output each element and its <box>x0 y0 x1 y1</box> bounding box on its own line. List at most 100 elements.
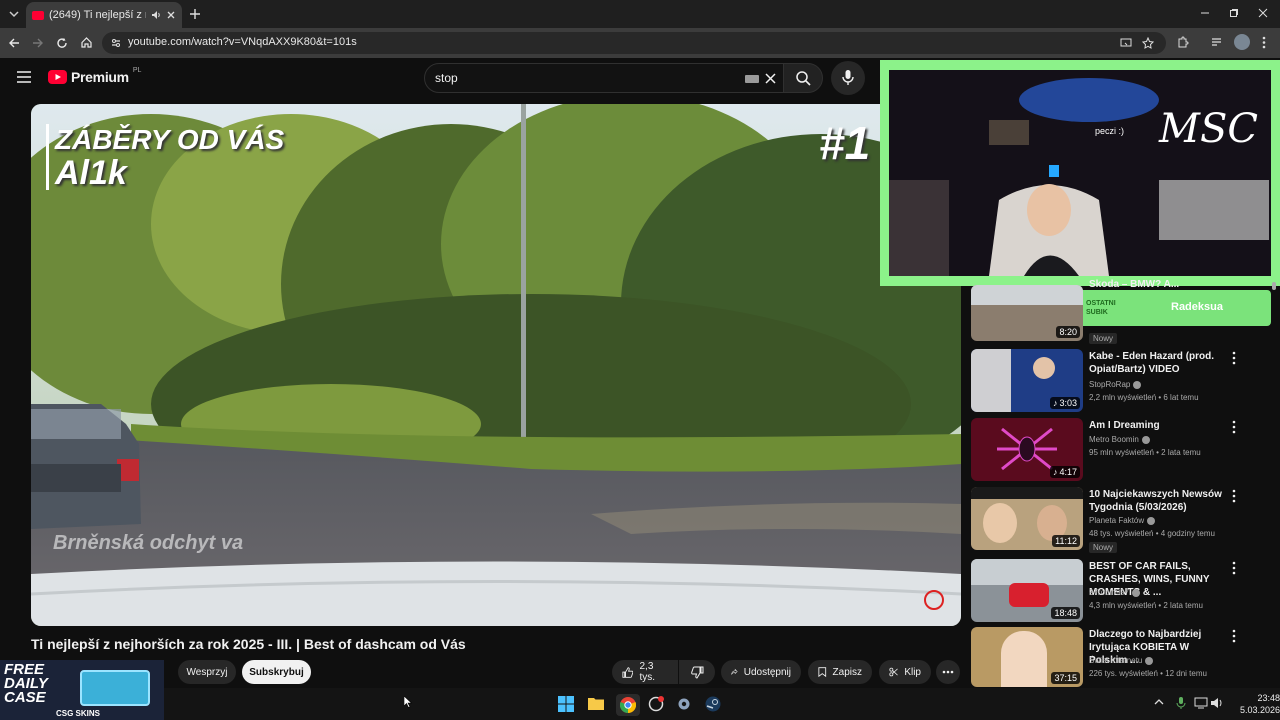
microphone-tray-icon[interactable] <box>1176 696 1186 710</box>
save-button[interactable]: Zapisz <box>808 660 872 684</box>
dislike-button[interactable] <box>679 660 715 684</box>
video-thumbnail[interactable]: 11:12 <box>971 487 1083 550</box>
search-box[interactable]: stop <box>424 63 784 93</box>
forward-icon[interactable] <box>32 37 44 49</box>
video-thumbnail[interactable]: ♪ 3:03 <box>971 349 1083 412</box>
bookmark-star-icon[interactable] <box>1142 37 1154 49</box>
share-icon <box>731 668 738 675</box>
channel-watermark-icon[interactable] <box>924 590 944 610</box>
steam-icon[interactable] <box>705 696 721 712</box>
sidebar-scrollbar[interactable] <box>1272 282 1276 290</box>
recommendation-item[interactable]: 18:48 BEST OF CAR FAILS, CRASHES, WINS, … <box>971 559 1271 623</box>
youtube-logo[interactable]: Premium PL <box>48 67 141 85</box>
site-info-icon[interactable] <box>110 37 122 49</box>
tab-search-icon[interactable] <box>8 8 20 20</box>
cast-icon[interactable] <box>1120 37 1132 49</box>
tab-close-icon[interactable] <box>166 10 176 20</box>
duration-text: 8:20 <box>1059 327 1077 337</box>
url-text: youtube.com/watch?v=VNqdAXX9K80&t=101s <box>128 36 357 48</box>
like-button[interactable]: 2,3 tys. <box>612 660 678 684</box>
channel-name[interactable]: Metro Boomin <box>1089 435 1150 444</box>
video-meta: 226 tys. wyświetleń • 12 dni temu <box>1089 669 1207 678</box>
media-control-icon[interactable] <box>1210 36 1223 49</box>
more-vertical-icon[interactable] <box>1229 561 1239 575</box>
video-duration: 11:12 <box>1052 535 1080 547</box>
verified-icon <box>1133 380 1142 389</box>
channel-name[interactable]: Świat Internetu <box>1089 656 1154 665</box>
more-actions-button[interactable] <box>936 660 960 684</box>
display-tray-icon[interactable] <box>1194 697 1208 709</box>
share-label: Udostępnij <box>743 666 791 678</box>
video-thumbnail[interactable]: 18:48 <box>971 559 1083 622</box>
browser-tab[interactable]: (2649) Ti nejlepší z nejhorších <box>26 2 182 28</box>
clock-time: 23:48 <box>1257 693 1280 703</box>
more-vertical-icon[interactable] <box>1229 629 1239 643</box>
channel-name-text: Planeta Faktów <box>1089 516 1145 525</box>
windows-start-icon[interactable] <box>558 696 574 712</box>
more-vertical-icon[interactable] <box>1229 420 1239 434</box>
volume-icon[interactable] <box>1210 697 1224 709</box>
video-duration: 37:15 <box>1051 672 1080 684</box>
close-window-icon[interactable] <box>1258 8 1268 18</box>
new-tab-icon[interactable] <box>188 7 202 21</box>
system-clock[interactable]: 23:48 5.03.2026 <box>1224 692 1280 716</box>
video-duration: ♪ 4:17 <box>1049 466 1080 478</box>
profile-avatar[interactable] <box>1234 34 1250 50</box>
chrome-icon <box>620 697 636 713</box>
recommendation-title[interactable]: Am I Dreaming <box>1089 419 1227 432</box>
hamburger-menu-icon[interactable] <box>17 71 31 83</box>
more-horizontal-icon <box>942 670 954 674</box>
support-button[interactable]: Wesprzyj <box>178 660 236 684</box>
search-button[interactable] <box>783 63 823 93</box>
more-vertical-icon[interactable] <box>1229 351 1239 365</box>
extensions-icon[interactable] <box>1176 36 1189 49</box>
video-thumbnail[interactable]: 8:20 <box>971 285 1083 341</box>
browser-tab-bar: (2649) Ti nejlepší z nejhorších <box>0 0 1280 28</box>
recommendation-item[interactable]: ♪ 3:03 Kabe - Eden Hazard (prod. Opiat/Ba… <box>971 349 1271 413</box>
thumbs-down-icon <box>690 666 703 679</box>
video-duration: ♪ 3:03 <box>1049 397 1080 409</box>
video-thumbnail[interactable]: ♪ 4:17 <box>971 418 1083 481</box>
promo-banner[interactable]: FREE DAILY CASE CSG SKINS <box>0 660 164 720</box>
minimize-icon[interactable] <box>1200 8 1210 18</box>
duration-text: 37:15 <box>1054 673 1077 683</box>
channel-name[interactable]: StopRoRap <box>1089 380 1142 389</box>
video-meta: 95 mln wyświetleń • 2 lata temu <box>1089 448 1201 457</box>
settings-gear-icon[interactable] <box>676 696 692 712</box>
back-icon[interactable] <box>8 37 20 49</box>
address-bar[interactable]: youtube.com/watch?v=VNqdAXX9K80&t=101s <box>102 32 1166 54</box>
channel-name[interactable]: Planeta Faktów <box>1089 516 1156 525</box>
keyboard-icon[interactable] <box>745 75 759 83</box>
video-player[interactable]: ZÁBĚRY OD VÁS Al1k #1 Brněnská odchyt va <box>31 104 961 626</box>
recommendation-item[interactable]: 11:12 10 Najciekawszych Newsów Tygodnia … <box>971 487 1271 553</box>
new-badge: Nowy <box>1089 333 1118 344</box>
app-icon[interactable] <box>648 696 664 712</box>
overlay-title-line-2: Al1k <box>55 154 127 192</box>
video-thumbnail[interactable]: 37:15 <box>971 627 1083 687</box>
home-icon[interactable] <box>80 36 93 49</box>
recommendation-item[interactable]: 37:15 Dlaczego to Najbardziej Irytująca … <box>971 627 1271 687</box>
recommendation-item[interactable]: ♪ 4:17 Am I Dreaming Metro Boomin 95 mln … <box>971 418 1271 482</box>
restore-icon[interactable] <box>1229 8 1239 18</box>
save-label: Zapisz <box>832 666 862 678</box>
reload-icon[interactable] <box>56 37 68 49</box>
recommendation-title[interactable]: Skoda – BMW? A... <box>1089 278 1227 291</box>
subscribe-button[interactable]: Subskrybuj <box>242 660 311 684</box>
duration-text: 11:12 <box>1055 536 1077 546</box>
recommendation-title[interactable]: 10 Najciekawszych Newsów Tygodnia (5/03/… <box>1089 488 1227 514</box>
chrome-taskbar-button[interactable] <box>616 694 640 716</box>
recommendation-item[interactable]: 8:20 Skoda – BMW? A... Nowy <box>971 279 1271 347</box>
clip-button[interactable]: Klip <box>879 660 931 684</box>
video-meta: 2,2 mln wyświetleń • 6 lat temu <box>1089 393 1199 402</box>
speaker-icon[interactable] <box>151 10 161 20</box>
clear-search-icon[interactable] <box>765 73 776 84</box>
more-vertical-icon[interactable] <box>1229 489 1239 503</box>
share-button[interactable]: Udostępnij <box>721 660 801 684</box>
search-input[interactable]: stop <box>435 71 458 85</box>
recommendation-title[interactable]: Kabe - Eden Hazard (prod. Opiat/Bartz) V… <box>1089 350 1227 376</box>
browser-menu-icon[interactable] <box>1262 36 1266 49</box>
voice-search-button[interactable] <box>831 61 865 95</box>
file-explorer-icon[interactable] <box>588 696 604 710</box>
tray-chevron-up-icon[interactable] <box>1154 698 1164 706</box>
channel-name[interactable]: 97robin997 <box>1089 588 1141 597</box>
